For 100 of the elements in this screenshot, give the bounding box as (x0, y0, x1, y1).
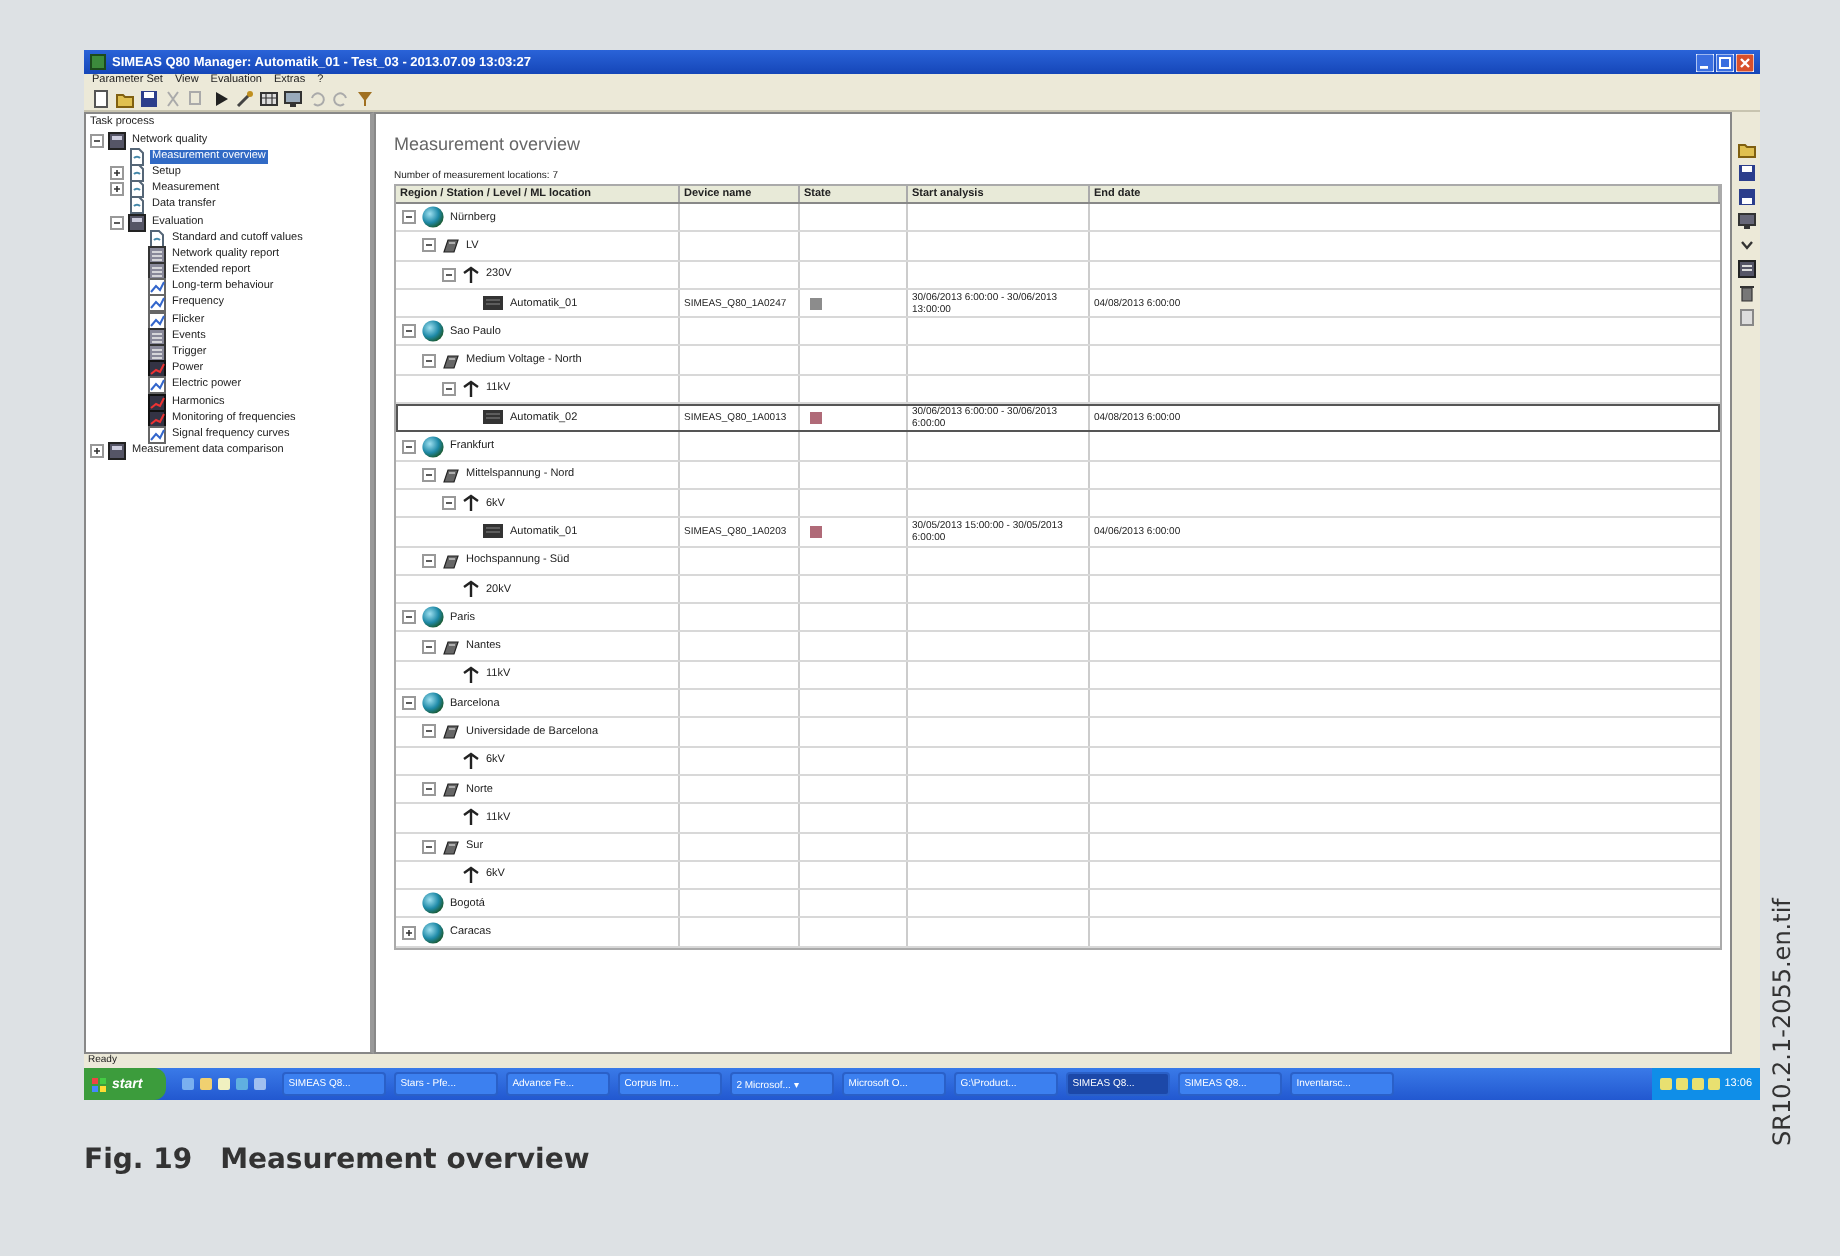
expander-icon[interactable] (402, 610, 416, 625)
expander-icon[interactable] (90, 444, 104, 459)
network-icon (1660, 1078, 1673, 1090)
chart-icon (148, 376, 166, 395)
globe-icon (422, 921, 444, 944)
station-icon (442, 351, 460, 370)
report-icon (148, 344, 166, 363)
save-icon[interactable] (1737, 164, 1755, 182)
expander-icon[interactable] (422, 782, 436, 797)
folder-icon (108, 442, 126, 461)
expander-icon[interactable] (402, 439, 416, 454)
folder-icon[interactable] (1737, 140, 1755, 158)
chevron-icon[interactable] (1737, 236, 1755, 254)
expander-icon[interactable] (422, 724, 436, 739)
expander-icon[interactable] (442, 381, 456, 396)
station-icon (442, 465, 460, 484)
shield-icon (1692, 1078, 1705, 1090)
graph-icon (148, 360, 166, 379)
globe-icon (422, 206, 444, 229)
file-label: SR10.2.1-2055.en.tif (1768, 898, 1796, 1146)
antenna-icon (462, 580, 480, 598)
station-icon (442, 780, 460, 799)
globe-icon (422, 692, 444, 715)
graph-icon (148, 409, 166, 428)
antenna-icon (462, 265, 480, 284)
station-icon (442, 551, 460, 570)
open-folder-icon[interactable] (116, 90, 134, 108)
app-icon (90, 54, 106, 70)
close-icon[interactable] (1736, 53, 1754, 71)
device-icon (482, 520, 504, 543)
chart-icon (148, 311, 166, 330)
antenna-icon (462, 379, 480, 398)
expander-icon[interactable] (402, 210, 416, 225)
report-icon (148, 327, 166, 346)
device-icon (482, 406, 504, 429)
antenna-icon (462, 865, 480, 884)
expander-icon[interactable] (422, 639, 436, 654)
expander-icon[interactable] (90, 133, 104, 148)
update-icon (1708, 1078, 1721, 1090)
expander-icon[interactable] (442, 496, 456, 511)
monitor-icon[interactable] (1737, 212, 1755, 230)
globe-icon (422, 320, 444, 343)
chart-icon (148, 294, 166, 313)
expander-icon[interactable] (422, 467, 436, 482)
filter-icon[interactable] (356, 90, 374, 108)
station-icon (442, 236, 460, 255)
report-icon (148, 262, 166, 281)
document-icon[interactable] (218, 1078, 231, 1090)
expander-icon[interactable] (402, 696, 416, 711)
globe-icon (422, 892, 444, 915)
folder-icon (108, 131, 126, 150)
globe-icon (422, 606, 444, 629)
chart-icon (148, 278, 166, 297)
expander-icon[interactable] (422, 353, 436, 368)
save-as-icon[interactable] (1737, 188, 1755, 206)
document-icon (148, 229, 166, 248)
station-icon (442, 837, 460, 856)
table-icon[interactable] (260, 90, 278, 108)
expander-icon[interactable] (422, 238, 436, 253)
document-icon (128, 147, 146, 166)
graph-icon (148, 393, 166, 412)
expander-icon[interactable] (402, 925, 416, 940)
monitor-icon[interactable] (284, 90, 302, 108)
station-icon (442, 722, 460, 741)
globe-icon (422, 435, 444, 458)
antenna-icon (462, 494, 480, 513)
antenna-icon (462, 665, 480, 684)
expander-icon[interactable] (110, 182, 124, 197)
figure-number: Fig. 19 (84, 1144, 193, 1176)
page-title: Measurement overview (394, 134, 583, 154)
caption-text: Measurement overview (220, 1144, 590, 1176)
play-icon[interactable] (212, 90, 230, 108)
expander-icon[interactable] (422, 839, 436, 854)
station-icon (442, 637, 460, 656)
folder-icon[interactable] (200, 1078, 213, 1090)
new-file-icon[interactable] (92, 90, 110, 108)
chart-icon (148, 425, 166, 444)
antenna-icon (462, 751, 480, 770)
antenna-icon (462, 808, 480, 827)
document-icon (128, 180, 146, 199)
document-icon (128, 196, 146, 215)
folder-icon (128, 213, 146, 232)
clipboard-icon[interactable] (1737, 308, 1755, 326)
expander-icon[interactable] (402, 324, 416, 339)
expander-icon[interactable] (442, 267, 456, 282)
list-icon[interactable] (1737, 260, 1755, 278)
device-icon (482, 292, 504, 315)
wand-icon[interactable] (236, 90, 254, 108)
trash-icon[interactable] (1737, 284, 1755, 302)
maximize-icon[interactable] (1716, 53, 1734, 71)
desktop-icon[interactable] (254, 1078, 267, 1090)
minimize-icon[interactable] (1696, 53, 1714, 71)
speaker-icon (1676, 1078, 1689, 1090)
expander-icon[interactable] (422, 553, 436, 568)
expander-icon[interactable] (110, 215, 124, 230)
save-icon[interactable] (140, 90, 158, 108)
windows-logo-icon (92, 1077, 106, 1091)
report-icon (148, 245, 166, 264)
document-icon (128, 163, 146, 182)
expander-icon[interactable] (110, 165, 124, 180)
